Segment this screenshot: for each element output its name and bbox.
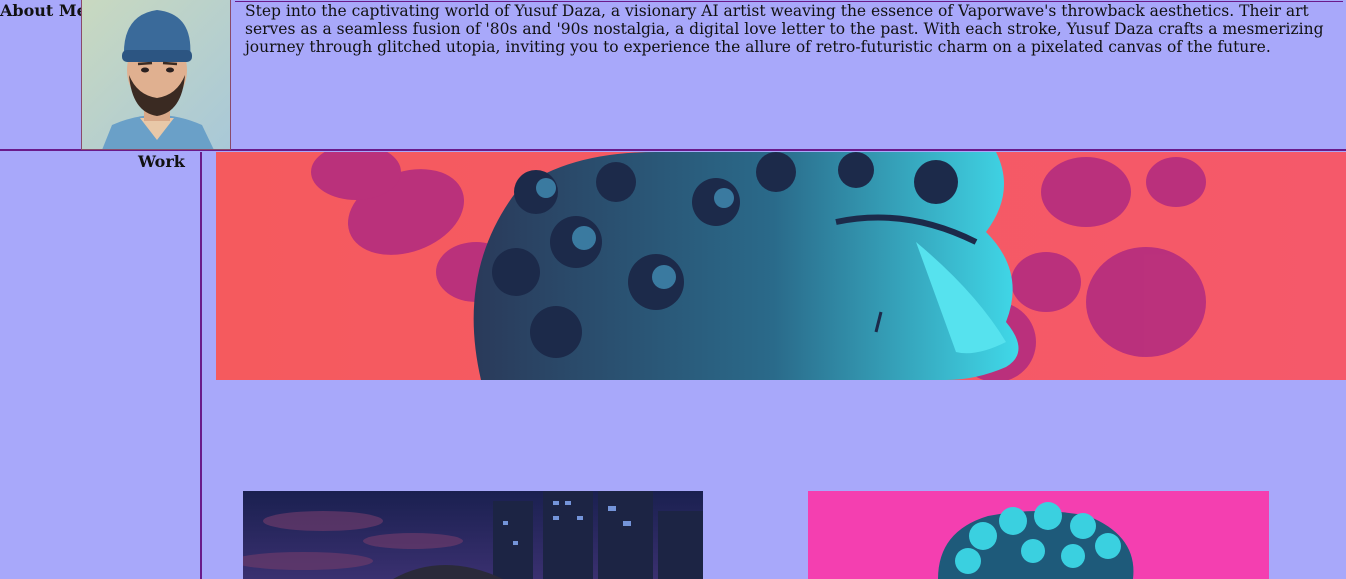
about-section: About Me Step into the captivating world… [0, 0, 1346, 151]
about-bio: Step into the captivating world of Yusuf… [235, 1, 1343, 56]
work-heading: Work [138, 152, 185, 171]
artwork-thumbnail-city[interactable] [243, 491, 703, 579]
featured-artwork-image[interactable] [216, 152, 1346, 380]
work-divider [200, 152, 202, 579]
about-heading: About Me [0, 1, 87, 20]
artwork-thumbnail-statue[interactable] [808, 491, 1269, 579]
artist-portrait [81, 0, 231, 150]
